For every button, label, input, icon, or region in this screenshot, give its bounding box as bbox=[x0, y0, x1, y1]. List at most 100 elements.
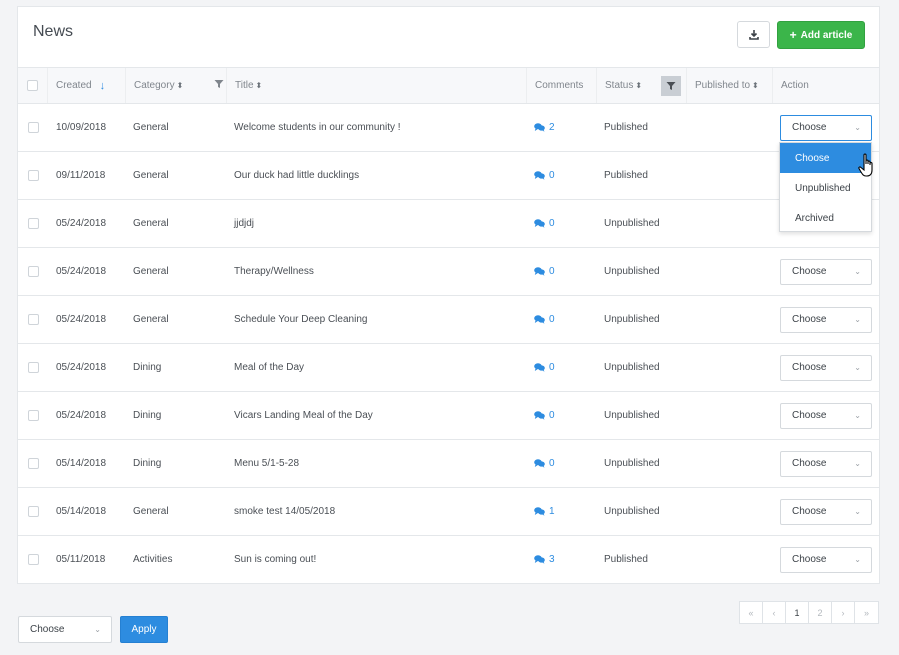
action-select[interactable]: Choose ⌄ bbox=[780, 306, 872, 333]
created-date: 05/24/2018 bbox=[56, 362, 107, 373]
article-title: Therapy/Wellness bbox=[234, 266, 314, 277]
column-created[interactable]: Created ↓ bbox=[48, 68, 126, 103]
download-button[interactable] bbox=[737, 21, 770, 48]
table-row: 05/24/2018 General jjdjdj 0 Unpublished bbox=[18, 200, 879, 248]
comments-link[interactable]: 3 bbox=[534, 536, 555, 583]
comments-icon bbox=[534, 411, 545, 420]
page-2-button[interactable]: 2 bbox=[809, 602, 832, 623]
table-row: 05/11/2018 Activities Sun is coming out! 3 P… bbox=[18, 536, 879, 584]
action-select-value: Choose bbox=[792, 314, 827, 325]
status: Published bbox=[604, 554, 648, 565]
action-cell: Choose ⌄ bbox=[780, 344, 872, 391]
chevron-down-icon: ⌄ bbox=[854, 555, 861, 564]
chevron-down-icon: ⌄ bbox=[854, 459, 861, 468]
bulk-action-value: Choose bbox=[30, 624, 65, 635]
table-row: 05/24/2018 Dining Meal of the Day 0 Unpublis… bbox=[18, 344, 879, 392]
column-published-to-label: Published to bbox=[695, 80, 751, 91]
select-all-checkbox[interactable] bbox=[27, 80, 38, 91]
comments-link[interactable]: 0 bbox=[534, 248, 555, 295]
table-row: 09/11/2018 General Our duck had little duc… bbox=[18, 152, 879, 200]
column-action: Action bbox=[773, 68, 879, 103]
status: Unpublished bbox=[604, 362, 660, 373]
row-checkbox[interactable] bbox=[28, 218, 39, 229]
comments-link[interactable]: 2 bbox=[534, 104, 555, 151]
comments-count: 0 bbox=[549, 170, 555, 181]
status: Unpublished bbox=[604, 410, 660, 421]
sort-desc-icon: ↓ bbox=[99, 79, 106, 92]
apply-button[interactable]: Apply bbox=[120, 616, 168, 643]
action-select[interactable]: Choose ⌄ bbox=[780, 114, 872, 141]
article-title: Menu 5/1-5-28 bbox=[234, 458, 300, 469]
pagination: « ‹ 1 2 › » bbox=[739, 601, 879, 624]
comments-count: 1 bbox=[549, 506, 555, 517]
bulk-action-select[interactable]: Choose ⌄ bbox=[18, 616, 112, 643]
comments-link[interactable]: 0 bbox=[534, 344, 555, 391]
comments-icon bbox=[534, 267, 545, 276]
status: Published bbox=[604, 170, 648, 181]
page-1-button[interactable]: 1 bbox=[786, 602, 809, 623]
first-page-button[interactable]: « bbox=[740, 602, 763, 623]
row-checkbox[interactable] bbox=[28, 410, 39, 421]
status-filter-button[interactable] bbox=[661, 76, 681, 96]
column-comments: Comments bbox=[527, 68, 597, 103]
action-select-value: Choose bbox=[792, 122, 827, 133]
table-row: 05/24/2018 Dining Vicars Landing Meal of t… bbox=[18, 392, 879, 440]
page-title: News bbox=[33, 23, 74, 40]
comments-icon bbox=[534, 507, 545, 516]
row-checkbox[interactable] bbox=[28, 458, 39, 469]
status: Unpublished bbox=[604, 266, 660, 277]
comments-count: 0 bbox=[549, 362, 555, 373]
action-select-value: Choose bbox=[792, 554, 827, 565]
row-checkbox[interactable] bbox=[28, 554, 39, 565]
action-select[interactable]: Choose ⌄ bbox=[780, 354, 872, 381]
action-select[interactable]: Choose ⌄ bbox=[780, 546, 872, 573]
row-select-cell bbox=[28, 296, 39, 343]
action-select[interactable]: Choose ⌄ bbox=[780, 498, 872, 525]
category: Dining bbox=[133, 410, 162, 421]
row-checkbox[interactable] bbox=[28, 506, 39, 517]
status: Unpublished bbox=[604, 218, 660, 229]
row-checkbox[interactable] bbox=[28, 266, 39, 277]
action-select[interactable]: Choose ⌄ bbox=[780, 450, 872, 477]
next-page-button[interactable]: › bbox=[832, 602, 855, 623]
category: Dining bbox=[133, 362, 162, 373]
prev-page-button[interactable]: ‹ bbox=[763, 602, 786, 623]
comments-link[interactable]: 0 bbox=[534, 200, 555, 247]
comments-link[interactable]: 0 bbox=[534, 152, 555, 199]
action-cell: Choose ⌄ bbox=[780, 296, 872, 343]
filter-icon[interactable] bbox=[214, 79, 224, 89]
comments-link[interactable]: 0 bbox=[534, 296, 555, 343]
action-cell: Choose ⌄ bbox=[780, 440, 872, 487]
comments-icon bbox=[534, 219, 545, 228]
comments-link[interactable]: 0 bbox=[534, 440, 555, 487]
column-category-label: Category bbox=[134, 80, 175, 91]
action-select[interactable]: Choose ⌄ bbox=[780, 402, 872, 429]
action-select[interactable]: Choose ⌄ bbox=[780, 258, 872, 285]
created-date: 05/11/2018 bbox=[56, 554, 106, 565]
row-checkbox[interactable] bbox=[28, 122, 39, 133]
column-title[interactable]: Title ⬍ bbox=[227, 68, 527, 103]
column-category[interactable]: Category ⬍ bbox=[126, 68, 227, 103]
comments-link[interactable]: 1 bbox=[534, 488, 555, 535]
column-published-to[interactable]: Published to ⬍ bbox=[687, 68, 773, 103]
comments-count: 3 bbox=[549, 554, 555, 565]
table-header: Created ↓ Category ⬍ Title ⬍ Comments St… bbox=[18, 67, 879, 104]
article-title: Our duck had little ducklings bbox=[234, 170, 360, 181]
row-checkbox[interactable] bbox=[28, 170, 39, 181]
add-article-button[interactable]: + Add article bbox=[777, 21, 865, 49]
row-checkbox[interactable] bbox=[28, 362, 39, 373]
status: Unpublished bbox=[604, 458, 660, 469]
created-date: 10/09/2018 bbox=[56, 122, 107, 133]
last-page-button[interactable]: » bbox=[855, 602, 878, 623]
created-date: 05/24/2018 bbox=[56, 266, 107, 277]
article-title: jjdjdj bbox=[234, 218, 255, 229]
column-status[interactable]: Status ⬍ bbox=[597, 68, 687, 103]
comments-icon bbox=[534, 555, 545, 564]
sort-icon: ⬍ bbox=[752, 81, 759, 90]
dropdown-option-archived[interactable]: Archived bbox=[780, 203, 871, 233]
comments-link[interactable]: 0 bbox=[534, 392, 555, 439]
row-checkbox[interactable] bbox=[28, 314, 39, 325]
row-select-cell bbox=[28, 488, 39, 535]
chevron-down-icon: ⌄ bbox=[854, 267, 861, 276]
table-row: 10/09/2018 General Welcome students in our… bbox=[18, 104, 879, 152]
